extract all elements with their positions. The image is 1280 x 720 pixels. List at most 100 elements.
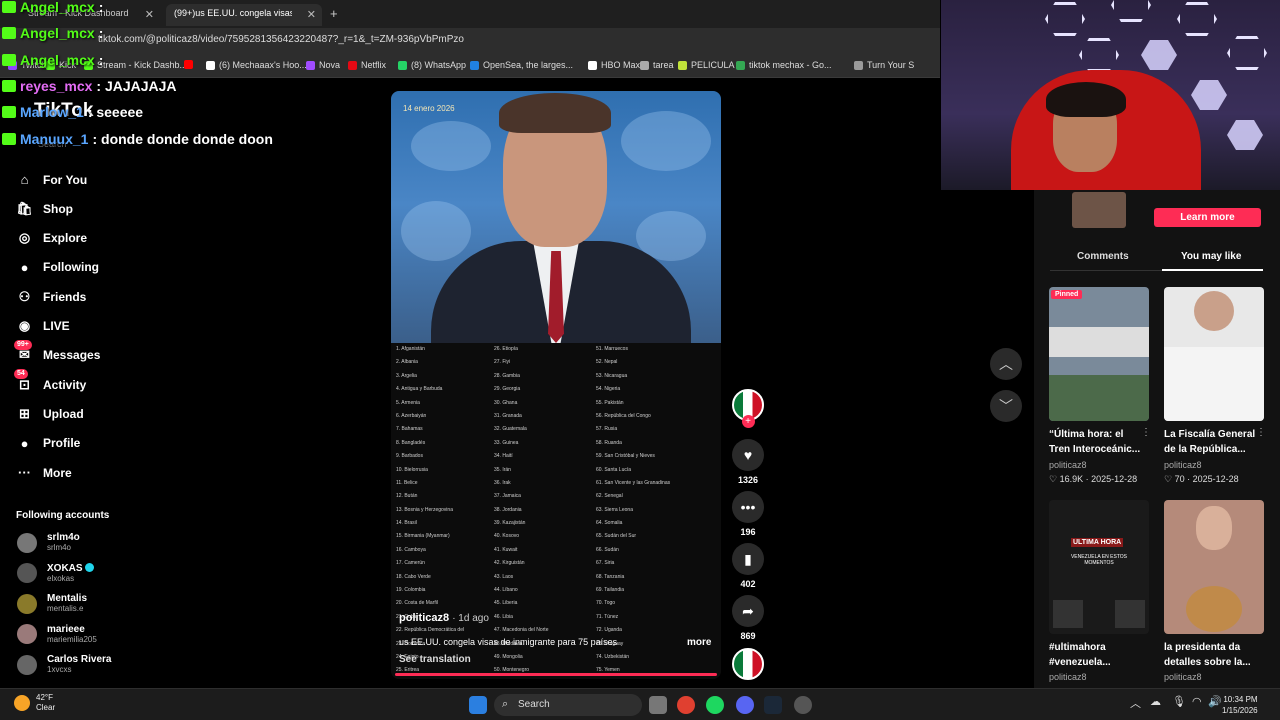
tab-you-may-like[interactable]: You may like [1181, 251, 1241, 262]
following-account[interactable]: srlm4o srlm4o [17, 532, 80, 553]
bookmark-item[interactable]: Turn Your S [854, 60, 914, 70]
share-icon[interactable]: ➦ [732, 595, 764, 627]
webcam-feed [941, 0, 1280, 190]
chrome-icon[interactable] [677, 696, 695, 714]
taskbar-search[interactable]: ⌕ Search [494, 694, 642, 716]
sidebar-item-label: Friends [43, 289, 87, 304]
bookmark-item[interactable]: tarea [640, 60, 674, 70]
chevron-down-icon[interactable]: ﹀ [990, 390, 1022, 422]
sidebar-item-profile[interactable]: ● Profile [16, 435, 81, 452]
sidebar-item-upload[interactable]: ⊞ Upload [16, 405, 84, 422]
more-options-icon[interactable]: ⋮ [1141, 427, 1151, 438]
spotify-icon[interactable] [706, 696, 724, 714]
video-card-thumbnail[interactable] [1164, 500, 1264, 634]
video-card-title[interactable]: “Última hora: el Tren Interoceánic... [1049, 427, 1141, 457]
bookmark-item[interactable]: Netflix [348, 60, 386, 70]
video-card-title[interactable]: La Fiscalía General de la República... [1164, 427, 1256, 457]
windows-start-icon[interactable] [469, 696, 487, 714]
following-account[interactable]: XOKAS elxokas [17, 563, 94, 584]
system-clock[interactable]: 10:34 PM 1/15/2026 [1222, 694, 1258, 716]
chat-message: Marlow_1: seeeee [2, 104, 143, 120]
tab-comments[interactable]: Comments [1077, 251, 1129, 262]
next-creator-avatar[interactable] [732, 648, 764, 680]
sidebar-item-messages[interactable]: ✉ 99+ Messages [14, 339, 100, 364]
chat-text: : JAJAJAJA [96, 78, 177, 94]
video-player[interactable]: 14 enero 2026 1. Afganistán 2. Albania 3. … [391, 91, 721, 679]
heart-icon[interactable]: ♥ [732, 439, 764, 471]
bookmark-icon[interactable]: ▮ [732, 543, 764, 575]
follow-plus-icon[interactable]: + [741, 415, 755, 428]
video-card-thumbnail[interactable]: Pinned [1049, 287, 1149, 421]
video-card-title[interactable]: #ultimahora #venezuela... [1049, 640, 1141, 670]
following-account[interactable]: marieee mariemilia205 [17, 624, 97, 645]
video-author[interactable]: politicaz8 · 1d ago [399, 612, 489, 624]
bookmark-item[interactable]: tiktok mechax - Go... [736, 60, 832, 70]
country-list-item: 61. San Vicente y las Granadinas [596, 479, 671, 486]
settings-gear-icon[interactable] [794, 696, 812, 714]
account-name: Mentalis [47, 593, 87, 604]
following-account[interactable]: Carlos Rivera 1xvcxs [17, 654, 111, 675]
tray-chevron-icon[interactable]: ︿ [1130, 695, 1141, 711]
sidebar-item-live[interactable]: ◉ LIVE [16, 318, 70, 335]
steam-icon[interactable] [764, 696, 782, 714]
network-icon[interactable]: ☁ [1150, 695, 1161, 708]
sidebar-item-more[interactable]: ··· More [16, 464, 72, 481]
tab-tiktok-video[interactable]: (99+)us EE.UU. congela visas de ✕ [166, 4, 322, 26]
video-card-user[interactable]: politicaz8 [1164, 460, 1202, 470]
like-button[interactable]: ♥ 1326 [732, 439, 764, 485]
bookmark-item[interactable]: (6) Mechaaax's Hoo... [206, 60, 307, 70]
avatar[interactable] [732, 648, 764, 680]
country-list-item: 65. Sudán del Sur [596, 533, 637, 540]
bookmark-label: tiktok mechax - Go... [749, 60, 832, 70]
country-list-item: 17. Camerún [396, 560, 425, 567]
video-card-user[interactable]: politicaz8 [1049, 460, 1087, 470]
new-tab-icon[interactable]: + [330, 6, 338, 21]
learn-more-button[interactable]: Learn more [1154, 208, 1261, 227]
url-text[interactable]: tiktok.com/@politicaz8/video/75952813564… [98, 34, 464, 45]
sidebar-item-following[interactable]: ● Following [16, 259, 99, 276]
video-card-user[interactable]: politicaz8 [1164, 672, 1202, 682]
video-card-thumbnail[interactable] [1164, 287, 1264, 421]
address-bar[interactable]: tiktok.com/@politicaz8/video/75952813564… [0, 28, 940, 56]
bookmark-favicon-icon [206, 60, 215, 70]
microphone-icon[interactable]: 🎙 [1172, 695, 1186, 708]
weather-widget[interactable]: 42°F Clear [14, 693, 55, 713]
comment-icon[interactable]: ••• [732, 491, 764, 523]
chat-message: Angel_mcx: [2, 25, 103, 41]
video-card-stats: ♡ 16.9K · 2025-12-28 [1049, 474, 1138, 484]
caption-more-button[interactable]: more [687, 637, 711, 648]
save-button[interactable]: ▮ 402 [732, 543, 764, 589]
bookmark-item[interactable]: HBO Max [588, 60, 640, 70]
sidebar-item-shop[interactable]: 🛍 Shop [16, 200, 73, 217]
sidebar-item-friends[interactable]: ⚇ Friends [16, 288, 87, 305]
country-list-item: 62. Senegal [596, 493, 623, 500]
bookmark-item[interactable] [184, 60, 197, 69]
bookmark-item[interactable]: Nova [306, 60, 340, 70]
video-progress-bar[interactable] [395, 673, 717, 676]
close-icon[interactable]: ✕ [145, 8, 154, 21]
sidebar-item-for-you[interactable]: ⌂ For You [16, 171, 88, 188]
creator-avatar-button[interactable]: + [732, 389, 764, 428]
more-options-icon[interactable]: ⋮ [1256, 427, 1266, 438]
bookmark-item[interactable]: (8) WhatsApp [398, 60, 466, 70]
sidebar-item-explore[interactable]: ◎ Explore [16, 230, 87, 247]
avatar [17, 624, 37, 644]
sidebar-item-activity[interactable]: ⊡ 54 Activity [14, 369, 86, 393]
bookmark-item[interactable]: OpenSea, the larges... [470, 60, 573, 70]
share-button[interactable]: ➦ 869 [732, 595, 764, 641]
see-translation-link[interactable]: See translation [399, 654, 471, 665]
wifi-icon[interactable]: ◠ [1192, 695, 1202, 708]
video-card-title[interactable]: la presidenta da detalles sobre la... [1164, 640, 1256, 670]
bookmark-label: OpenSea, the larges... [483, 60, 574, 70]
close-icon[interactable]: ✕ [307, 8, 316, 21]
discord-icon[interactable] [736, 696, 754, 714]
chevron-up-icon[interactable]: ︿ [990, 348, 1022, 380]
comment-button[interactable]: ••• 196 [732, 491, 764, 537]
bookmark-item[interactable]: PELICULA [678, 60, 735, 70]
volume-icon[interactable]: 🔊 [1208, 695, 1222, 708]
task-view-icon[interactable] [649, 696, 667, 714]
video-card-thumbnail[interactable]: ULTIMA HORA VENEZUELA EN ESTOS MOMENTOS [1049, 500, 1149, 634]
video-card-user[interactable]: politicaz8 [1049, 672, 1087, 682]
ad-thumbnail[interactable] [1072, 192, 1126, 228]
following-account[interactable]: Mentalis mentalis.e [17, 593, 87, 614]
